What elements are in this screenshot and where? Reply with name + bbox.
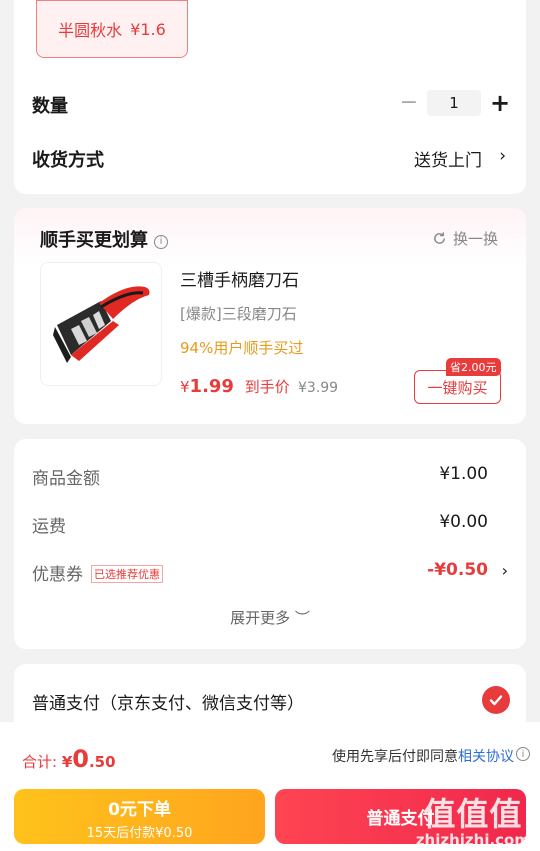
addon-title: 顺手买更划算 i <box>40 226 168 252</box>
freight-value: ¥0.00 <box>439 512 488 532</box>
shipping-label: 收货方式 <box>32 150 104 171</box>
knife-sharpener-image[interactable] <box>40 262 162 386</box>
watermark-logo: 值值值 <box>423 795 523 833</box>
agreement-link[interactable]: 相关协议 <box>458 749 514 765</box>
addon-recommend-card: 顺手买更划算 i 换一换 三槽手柄磨刀石 [爆款]三段磨刀石 94%用户顺手买过 … <box>14 208 526 424</box>
goods-amount-value: ¥1.00 <box>439 464 488 484</box>
refresh-button[interactable]: 换一换 <box>432 228 498 249</box>
addon-product-price: ¥1.99 到手价 <box>180 376 290 397</box>
watermark-url: zhizhizhi.com <box>415 831 530 849</box>
addon-product-subtitle: [爆款]三段磨刀石 <box>180 305 297 323</box>
spec-price: ¥1.6 <box>130 19 166 39</box>
agree-text: 使用先享后付即同意 <box>332 749 458 765</box>
spec-name: 半圆秋水 <box>58 21 123 40</box>
quantity-input[interactable]: 1 <box>427 90 481 116</box>
plus-icon[interactable]: + <box>490 89 510 117</box>
pay-later-button[interactable]: 0元下单 15天后付款¥0.50 <box>14 789 265 844</box>
info-icon[interactable]: i <box>516 747 530 761</box>
shipping-method[interactable]: 送货上门 <box>414 146 482 171</box>
price-value: 1.99 <box>189 376 234 397</box>
price-tag: 到手价 <box>244 378 290 396</box>
chevron-right-icon[interactable]: › <box>499 146 506 166</box>
total-currency: ¥ <box>61 753 73 771</box>
checkout-bar: 合计: ¥0.50 使用先享后付即同意相关协议 i 0元下单 15天后付款¥0.… <box>0 722 540 851</box>
chevron-right-icon[interactable]: › <box>502 561 508 580</box>
addon-title-text: 顺手买更划算 <box>40 230 148 251</box>
save-badge: 省2.00元 <box>446 358 501 376</box>
info-icon[interactable]: i <box>154 234 168 249</box>
coupon-label[interactable]: 优惠券 已选推荐优惠 <box>32 560 163 585</box>
check-icon[interactable] <box>482 686 510 714</box>
refresh-icon <box>434 232 445 244</box>
coupon-value[interactable]: -¥0.50 <box>427 560 488 580</box>
total-label: 合计: <box>22 753 58 771</box>
refresh-label: 换一换 <box>452 230 498 248</box>
cost-breakdown-card: 商品金额 ¥1.00 运费 ¥0.00 优惠券 已选推荐优惠 -¥0.50 › 展… <box>14 439 526 649</box>
payment-normal-label[interactable]: 普通支付（京东支付、微信支付等） <box>32 689 304 714</box>
pay-later-subtitle: 15天后付款¥0.50 <box>86 826 193 841</box>
total-int: 0 <box>72 745 89 773</box>
pay-later-title: 0元下单 <box>108 800 171 820</box>
coupon-label-text: 优惠券 <box>32 565 83 585</box>
original-price: ¥3.99 <box>298 380 339 396</box>
freight-label: 运费 <box>32 517 66 537</box>
coupon-tag: 已选推荐优惠 <box>91 565 163 583</box>
spec-chip-selected[interactable]: 半圆秋水 ¥1.6 <box>36 0 188 58</box>
agreement-text: 使用先享后付即同意相关协议 <box>332 746 514 766</box>
quantity-label: 数量 <box>32 96 68 117</box>
addon-product-name[interactable]: 三槽手柄磨刀石 <box>180 266 299 291</box>
watermark: 值值值 zhizhizhi.com <box>416 797 530 849</box>
addon-product-rate: 94%用户顺手买过 <box>180 339 304 357</box>
order-options-card: 半圆秋水 ¥1.6 数量 − 1 + 收货方式 送货上门 › <box>14 0 526 194</box>
minus-icon[interactable]: − <box>400 90 418 115</box>
total-value: ¥0.50 <box>61 745 116 773</box>
total-amount: 合计: ¥0.50 <box>22 745 116 773</box>
total-dec: .50 <box>88 753 116 771</box>
expand-more-button[interactable]: 展开更多 ︶ <box>14 607 526 628</box>
price-currency: ¥ <box>180 378 190 396</box>
goods-amount-label: 商品金额 <box>32 469 100 489</box>
